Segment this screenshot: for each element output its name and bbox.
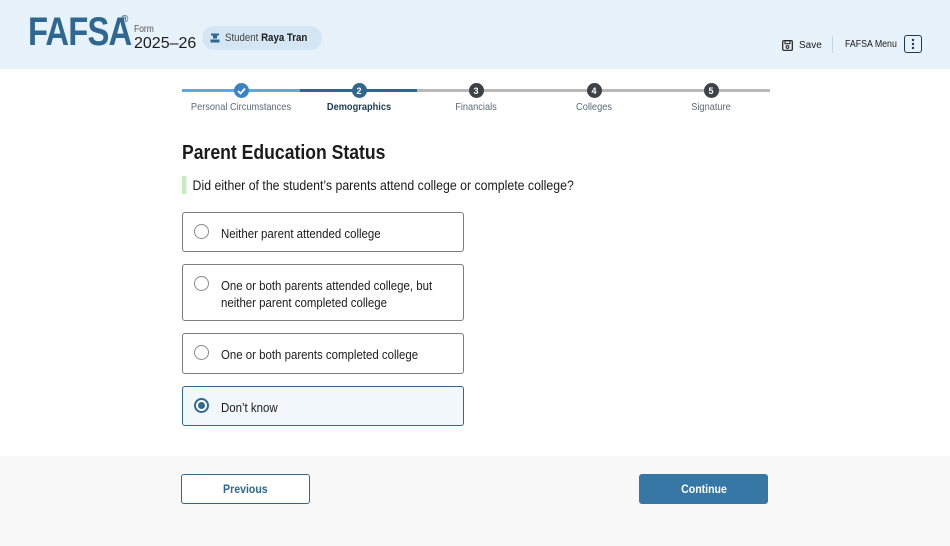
student-badge: Student Raya Tran bbox=[202, 26, 322, 50]
student-name: Raya Tran bbox=[261, 32, 308, 44]
student-label: Student Raya Tran bbox=[225, 32, 307, 44]
step-number: 5 bbox=[703, 83, 719, 98]
step-label: Signature bbox=[691, 101, 731, 113]
step-personal-circumstances: Personal Circumstances bbox=[181, 83, 301, 113]
radio-button[interactable] bbox=[194, 276, 209, 291]
option-completed[interactable]: One or both parents completed college bbox=[182, 333, 464, 374]
step-demographics: 2 Demographics bbox=[299, 83, 419, 113]
save-button[interactable]: Save bbox=[782, 37, 822, 53]
option-label: One or both parents completed college bbox=[221, 347, 419, 362]
step-label: Colleges bbox=[576, 101, 612, 113]
progress-stepper: Personal Circumstances 2 Demographics 3 … bbox=[182, 83, 770, 119]
step-label: Demographics bbox=[326, 101, 392, 113]
radio-button[interactable] bbox=[194, 345, 209, 360]
step-label: Personal Circumstances bbox=[190, 101, 292, 113]
option-label: One or both parents attended college, bu… bbox=[221, 278, 433, 310]
previous-label: Previous bbox=[223, 482, 268, 496]
continue-label: Continue bbox=[680, 482, 727, 496]
step-number: 3 bbox=[468, 83, 484, 98]
fafsa-logo[interactable]: FAFSA bbox=[28, 10, 132, 54]
option-attended-not-completed[interactable]: One or both parents attended college, bu… bbox=[182, 264, 464, 321]
fafsa-menu-button[interactable] bbox=[904, 35, 922, 53]
header-divider bbox=[832, 36, 833, 53]
page-title: Parent Education Status bbox=[182, 142, 386, 164]
student-prefix: Student bbox=[225, 32, 259, 44]
form-label: Form bbox=[134, 24, 154, 35]
option-label: Don’t know bbox=[221, 400, 278, 415]
more-vertical-icon bbox=[911, 38, 915, 50]
site-header: FAFSA ® Form 2025–26 Student Raya Tran S… bbox=[0, 0, 950, 69]
step-signature: 5 Signature bbox=[651, 83, 771, 113]
step-number: 2 bbox=[351, 83, 367, 98]
save-icon bbox=[782, 39, 793, 51]
form-year: 2025–26 bbox=[134, 35, 197, 52]
student-icon bbox=[210, 33, 220, 43]
step-number: 4 bbox=[586, 83, 602, 98]
save-label: Save bbox=[799, 39, 822, 51]
previous-button[interactable]: Previous bbox=[181, 474, 310, 504]
continue-button[interactable]: Continue bbox=[639, 474, 768, 504]
radio-button[interactable] bbox=[194, 224, 209, 239]
footer-nav bbox=[0, 456, 950, 546]
option-dont-know[interactable]: Don’t know bbox=[182, 386, 464, 426]
step-colleges: 4 Colleges bbox=[534, 83, 654, 113]
registered-mark: ® bbox=[121, 14, 129, 25]
option-label: Neither parent attended college bbox=[221, 226, 381, 241]
fafsa-menu-label[interactable]: FAFSA Menu bbox=[845, 39, 897, 50]
step-financials: 3 Financials bbox=[416, 83, 536, 113]
option-neither-attended[interactable]: Neither parent attended college bbox=[182, 212, 464, 252]
question-text: Did either of the student’s parents atte… bbox=[182, 176, 574, 194]
step-label: Financials bbox=[455, 101, 497, 113]
check-icon bbox=[233, 83, 249, 98]
radio-button-selected[interactable] bbox=[194, 398, 209, 413]
